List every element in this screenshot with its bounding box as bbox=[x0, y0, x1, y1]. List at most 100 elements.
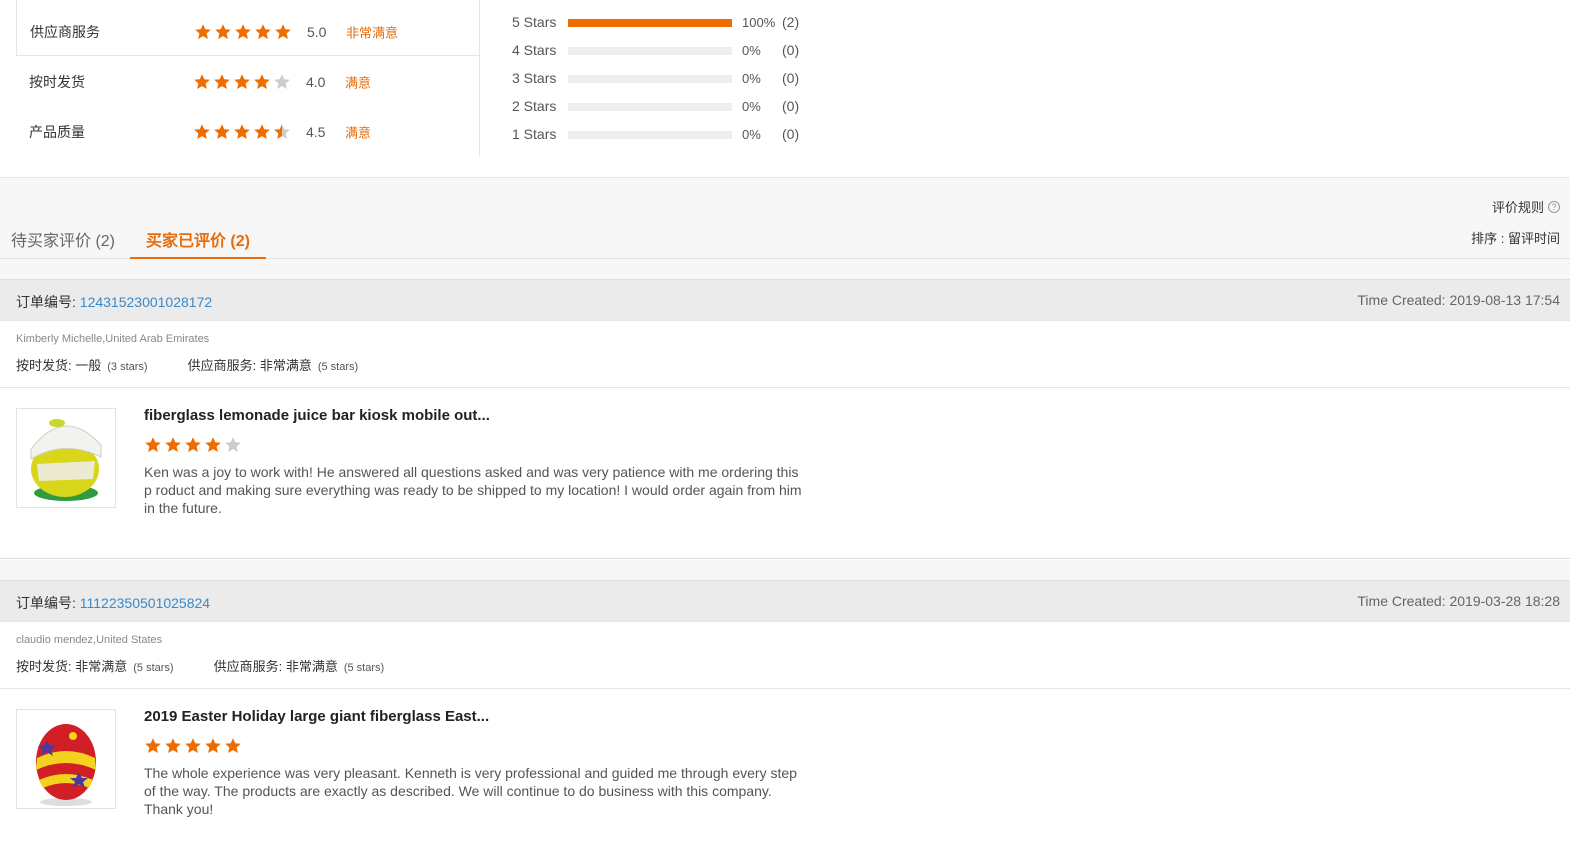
distribution-percent: 0% bbox=[742, 99, 761, 114]
shipping-rating: 按时发货: 一般 (3 stars) bbox=[16, 358, 148, 373]
product-stars bbox=[144, 737, 242, 755]
buyer-name: claudio mendez,United States bbox=[16, 634, 163, 646]
star-icon bbox=[253, 123, 271, 141]
easter-egg-image[interactable] bbox=[16, 709, 116, 809]
divider bbox=[479, 55, 480, 156]
order-header: 订单编号: 12431523001028172 Time Created: 20… bbox=[0, 279, 1570, 321]
star-icon bbox=[213, 73, 231, 91]
rating-score: 4.0 bbox=[306, 74, 326, 90]
review-comment: Ken was a joy to work with! He answered … bbox=[144, 464, 802, 516]
sort-selector[interactable]: 排序 : 留评时间 bbox=[1471, 228, 1560, 247]
distribution-percent: 0% bbox=[742, 127, 761, 142]
buyer-ratings: 按时发货: 一般 (3 stars) 供应商服务: 非常满意 (5 stars) bbox=[16, 355, 398, 374]
order-header: 订单编号: 11122350501025824 Time Created: 20… bbox=[0, 580, 1570, 622]
star-icon bbox=[144, 737, 162, 755]
product-review: fiberglass lemonade juice bar kiosk mobi… bbox=[0, 388, 1570, 558]
review-card: 订单编号: 12431523001028172 Time Created: 20… bbox=[0, 279, 1570, 559]
star-icon bbox=[194, 23, 212, 41]
star-icon bbox=[274, 23, 292, 41]
spacer bbox=[0, 560, 1570, 580]
star-icon bbox=[213, 123, 231, 141]
distribution-bar-fill bbox=[568, 19, 732, 27]
time-created: Time Created: 2019-03-28 18:28 bbox=[1357, 593, 1560, 609]
service-rating: 供应商服务: 非常满意 (5 stars) bbox=[213, 659, 385, 674]
distribution-bar bbox=[568, 103, 732, 111]
rating-stars bbox=[194, 23, 292, 41]
tab-pending-reviews[interactable]: 待买家评价 (2) bbox=[11, 227, 115, 259]
help-icon: ? bbox=[1548, 200, 1560, 213]
distribution-count: (0) bbox=[782, 70, 800, 86]
review-tabs-bar: 待买家评价 (2) 买家已评价 (2) 评价规则 ? 排序 : 留评时间 bbox=[0, 178, 1570, 259]
star-icon bbox=[164, 436, 182, 454]
distribution-row: 4 Stars 0% (0) bbox=[500, 36, 820, 64]
product-title[interactable]: 2019 Easter Holiday large giant fibergla… bbox=[144, 708, 489, 725]
time-created: Time Created: 2019-08-13 17:54 bbox=[1357, 292, 1560, 308]
rating-row-quality: 产品质量 4.5 满意 bbox=[16, 106, 480, 156]
star-icon bbox=[254, 23, 272, 41]
star-icon bbox=[193, 123, 211, 141]
star-icon bbox=[233, 123, 251, 141]
star-icon bbox=[273, 123, 291, 141]
rating-score: 4.5 bbox=[306, 124, 326, 140]
buyer-name: Kimberly Michelle,United Arab Emirates bbox=[16, 333, 210, 345]
tab-buyer-reviewed[interactable]: 买家已评价 (2) bbox=[130, 227, 266, 259]
distribution-row: 3 Stars 0% (0) bbox=[500, 64, 820, 92]
rating-text: 满意 bbox=[345, 75, 372, 91]
rating-breakdown: 供应商服务 5.0 非常满意 按时发货 4.0 满意 产品质量 4.5 满意 bbox=[16, 0, 480, 158]
product-stars bbox=[144, 436, 242, 454]
distribution-row: 2 Stars 0% (0) bbox=[500, 92, 820, 120]
order-number-link[interactable]: 12431523001028172 bbox=[80, 294, 212, 310]
star-icon bbox=[214, 23, 232, 41]
star-icon bbox=[204, 436, 222, 454]
rating-score: 5.0 bbox=[307, 24, 327, 40]
star-icon bbox=[144, 436, 162, 454]
rating-label: 按时发货 bbox=[29, 74, 85, 90]
rating-summary: 供应商服务 5.0 非常满意 按时发货 4.0 满意 产品质量 4.5 满意 5… bbox=[0, 0, 1570, 178]
star-distribution: 5 Stars 100% (2) 4 Stars 0% (0) 3 Stars 0% (0) 2 … bbox=[500, 8, 820, 148]
star-icon bbox=[164, 737, 182, 755]
review-rules-link[interactable]: 评价规则 ? bbox=[1492, 197, 1560, 216]
distribution-percent: 100% bbox=[742, 15, 776, 30]
order-number-link[interactable]: 11122350501025824 bbox=[80, 595, 210, 611]
rating-text: 满意 bbox=[345, 125, 372, 141]
service-rating: 供应商服务: 非常满意 (5 stars) bbox=[187, 358, 359, 373]
star-icon bbox=[184, 737, 202, 755]
distribution-label: 5 Stars bbox=[512, 14, 557, 30]
distribution-count: (0) bbox=[782, 42, 800, 58]
lemon-kiosk-image[interactable] bbox=[16, 408, 116, 508]
distribution-bar bbox=[568, 75, 732, 83]
distribution-bar bbox=[568, 131, 732, 139]
rating-label: 供应商服务 bbox=[30, 24, 100, 40]
review-rules-label: 评价规则 bbox=[1491, 200, 1544, 215]
shipping-rating: 按时发货: 非常满意 (5 stars) bbox=[16, 659, 174, 674]
buyer-info: claudio mendez,United States 按时发货: 非常满意(… bbox=[0, 622, 1570, 689]
order-number: 订单编号: 11122350501025824 bbox=[16, 595, 211, 611]
rating-row-service: 供应商服务 5.0 非常满意 bbox=[16, 0, 480, 56]
distribution-count: (0) bbox=[782, 126, 800, 142]
buyer-info: Kimberly Michelle,United Arab Emirates 按… bbox=[0, 321, 1570, 388]
product-title[interactable]: fiberglass lemonade juice bar kiosk mobi… bbox=[144, 407, 490, 424]
distribution-bar bbox=[568, 47, 732, 55]
star-icon bbox=[273, 73, 291, 91]
distribution-count: (0) bbox=[782, 98, 800, 114]
star-icon bbox=[233, 73, 251, 91]
distribution-bar bbox=[568, 19, 732, 27]
star-icon bbox=[224, 737, 242, 755]
star-icon bbox=[224, 436, 242, 454]
star-icon bbox=[193, 73, 211, 91]
rating-stars bbox=[193, 123, 291, 141]
distribution-row: 5 Stars 100% (2) bbox=[500, 8, 820, 36]
order-number: 订单编号: 12431523001028172 bbox=[16, 294, 213, 310]
distribution-label: 4 Stars bbox=[512, 42, 557, 58]
star-icon bbox=[204, 737, 222, 755]
rating-text: 非常满意 bbox=[346, 25, 399, 41]
distribution-count: (2) bbox=[782, 14, 800, 30]
star-icon bbox=[234, 23, 252, 41]
rating-row-shipping: 按时发货 4.0 满意 bbox=[16, 56, 480, 106]
distribution-row: 1 Stars 0% (0) bbox=[500, 120, 820, 148]
distribution-percent: 0% bbox=[742, 43, 761, 58]
distribution-label: 1 Stars bbox=[512, 126, 557, 142]
review-card: 订单编号: 11122350501025824 Time Created: 20… bbox=[0, 580, 1570, 819]
distribution-label: 3 Stars bbox=[512, 70, 557, 86]
rating-label: 产品质量 bbox=[29, 124, 85, 140]
